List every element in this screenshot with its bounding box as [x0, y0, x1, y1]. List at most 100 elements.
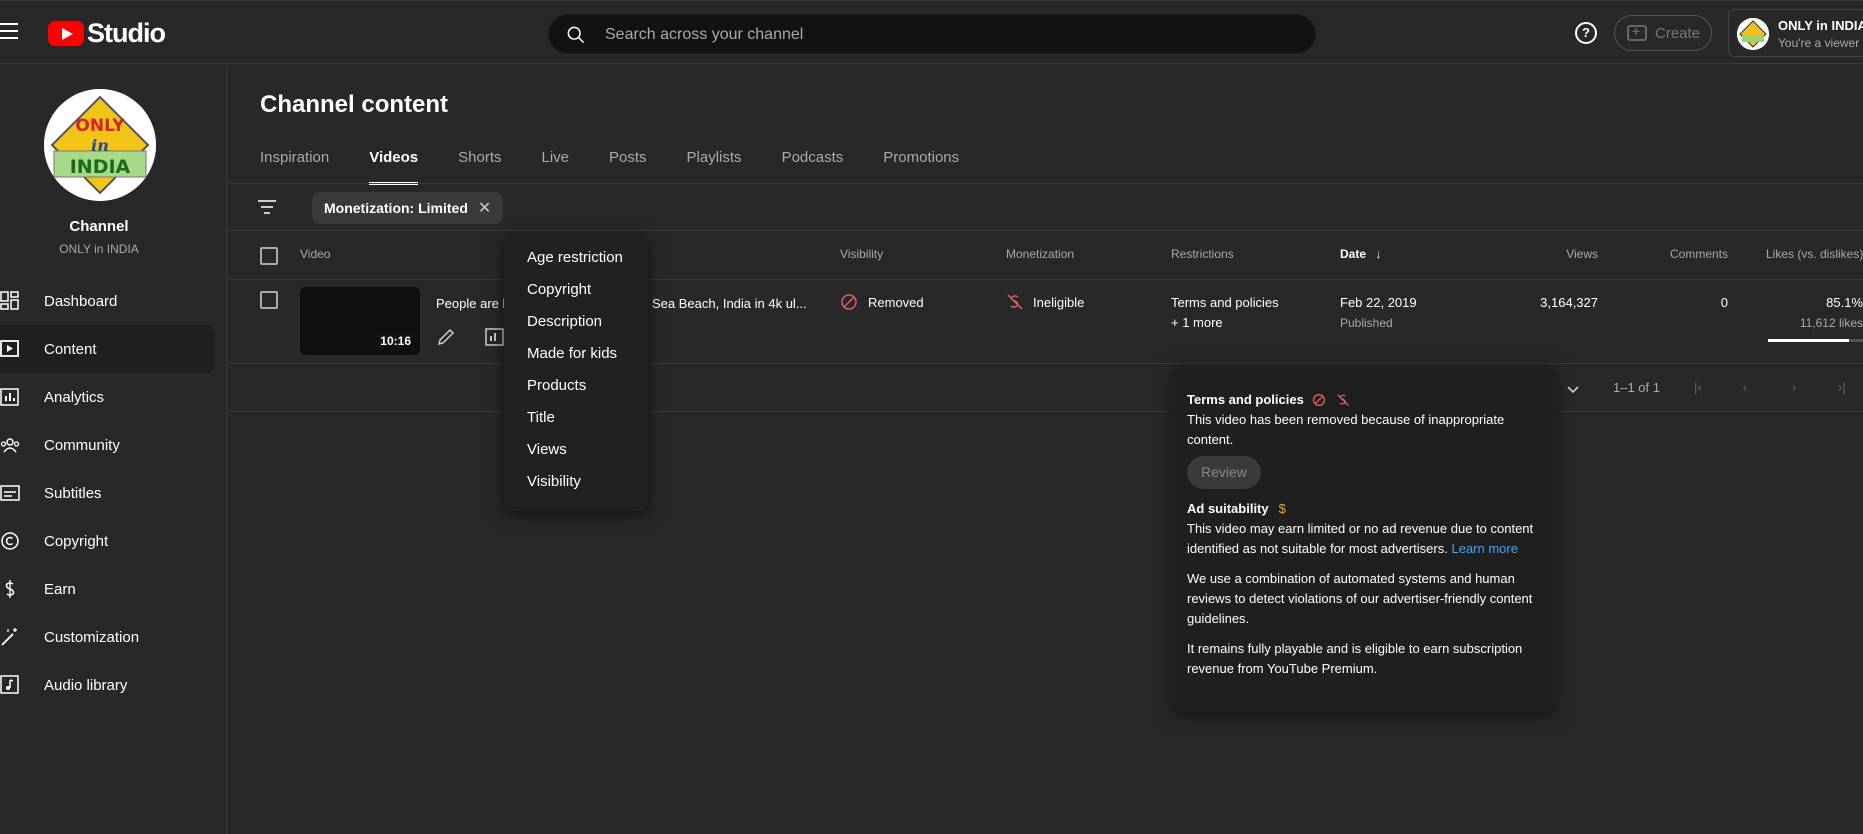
chevron-down-icon[interactable] [1566, 385, 1580, 395]
search-box[interactable]: Search across your channel [548, 14, 1316, 54]
restriction-card: Terms and policies This video has been r… [1172, 364, 1556, 712]
menu-item-visibility[interactable]: Visibility [504, 466, 648, 498]
column-header-visibility[interactable]: Visibility [840, 247, 883, 261]
account-switcher[interactable]: ONLY in INDIA You're a viewer [1728, 9, 1863, 57]
visibility-status[interactable]: Removed [868, 295, 924, 310]
menu-item-made-for-kids[interactable]: Made for kids [504, 338, 648, 370]
tab-live[interactable]: Live [542, 149, 570, 185]
video-title-end[interactable]: Sea Beach, India in 4k ul... [652, 296, 807, 311]
filter-chip-label: Monetization: Limited [324, 200, 468, 216]
channel-name: ONLY in INDIA [59, 242, 139, 256]
sidebar: ONLY in INDIA Channel ONLY in INDIA Dash… [0, 65, 227, 834]
sidebar-nav: Dashboard Content Analytics Community Su… [0, 277, 215, 709]
menu-item-copyright[interactable]: Copyright [504, 274, 648, 306]
dollar-icon [5, 580, 15, 598]
review-button[interactable]: Review [1187, 456, 1261, 489]
edit-pencil-icon[interactable] [436, 327, 456, 347]
menu-item-title[interactable]: Title [504, 402, 648, 434]
video-likes-pct: 85.1% [1826, 295, 1863, 310]
sidebar-item-dashboard[interactable]: Dashboard [0, 277, 215, 325]
column-header-likes[interactable]: Likes (vs. dislikes) [1766, 247, 1863, 261]
youtube-logo-icon [48, 20, 84, 46]
create-label: Create [1655, 24, 1701, 42]
channel-avatar[interactable]: ONLY in INDIA [44, 89, 156, 201]
column-header-restrictions[interactable]: Restrictions [1171, 247, 1234, 261]
video-date-status: Published [1340, 316, 1393, 330]
menu-icon[interactable] [0, 23, 20, 41]
prev-page-icon[interactable]: ‹ [1743, 380, 1747, 395]
sort-menu: Age restriction Copyright Description Ma… [504, 235, 648, 511]
top-bar: Studio Search across your channel ? Crea… [0, 0, 1863, 64]
sidebar-item-label: Content [44, 340, 97, 358]
column-header-comments[interactable]: Comments [1628, 247, 1728, 261]
video-date: Feb 22, 2019 [1340, 295, 1417, 310]
tab-videos[interactable]: Videos [369, 149, 418, 185]
search-input[interactable]: Search across your channel [605, 26, 803, 44]
removed-icon [1312, 393, 1325, 407]
help-icon[interactable]: ? [1575, 22, 1597, 44]
tab-inspiration[interactable]: Inspiration [260, 149, 329, 185]
terms-heading: Terms and policies [1187, 390, 1541, 410]
no-monetization-icon [1007, 294, 1023, 310]
monetization-status[interactable]: Ineligible [1033, 295, 1084, 310]
sidebar-item-label: Subtitles [44, 484, 102, 502]
next-page-icon[interactable]: › [1792, 380, 1796, 395]
sidebar-item-label: Analytics [44, 388, 105, 406]
sidebar-item-label: Audio library [44, 676, 128, 694]
sidebar-item-content[interactable]: Content [0, 325, 215, 373]
analytics-icon[interactable] [485, 327, 505, 347]
tab-promotions[interactable]: Promotions [883, 149, 959, 185]
filter-chip[interactable]: Monetization: Limited ✕ [312, 192, 504, 224]
sidebar-item-community[interactable]: Community [0, 421, 215, 469]
tab-posts[interactable]: Posts [609, 149, 647, 185]
video-comments: 0 [1720, 295, 1728, 310]
main-content: Channel content Inspiration Videos Short… [228, 65, 1863, 834]
tab-playlists[interactable]: Playlists [687, 149, 742, 185]
sidebar-item-label: Dashboard [44, 292, 118, 310]
content-icon [0, 340, 19, 357]
video-thumbnail[interactable]: 10:16 [300, 287, 420, 355]
learn-more-link[interactable]: Learn more [1451, 541, 1517, 556]
select-all-checkbox[interactable] [260, 247, 278, 265]
close-icon[interactable]: ✕ [478, 198, 491, 218]
restriction-status[interactable]: Terms and policies [1171, 295, 1279, 310]
menu-item-description[interactable]: Description [504, 306, 648, 338]
tab-shorts[interactable]: Shorts [458, 149, 501, 185]
ad-suitability-heading: Ad suitability $ [1187, 499, 1541, 519]
removed-icon [841, 294, 857, 310]
ad-title: Ad suitability [1187, 501, 1269, 516]
studio-logo[interactable]: Studio [48, 17, 166, 48]
sidebar-item-subtitles[interactable]: Subtitles [0, 469, 215, 517]
row-divider [228, 363, 1863, 364]
dashboard-icon [0, 291, 19, 310]
logo-line-2: in [91, 136, 109, 155]
sidebar-item-audio-library[interactable]: Audio library [0, 661, 215, 709]
first-page-icon[interactable]: |‹ [1694, 380, 1702, 395]
last-page-icon[interactable]: ›| [1838, 380, 1846, 395]
row-checkbox[interactable] [260, 291, 278, 309]
filter-icon[interactable] [258, 200, 276, 214]
create-button[interactable]: Create [1614, 15, 1712, 51]
app-name: Studio [87, 17, 166, 48]
magic-wand-icon [1, 628, 17, 646]
sidebar-item-earn[interactable]: Earn [0, 565, 215, 613]
video-title[interactable]: People are l [436, 296, 505, 311]
menu-item-products[interactable]: Products [504, 370, 648, 402]
tab-podcasts[interactable]: Podcasts [782, 149, 844, 185]
sidebar-item-analytics[interactable]: Analytics [0, 373, 215, 421]
restriction-more[interactable]: + 1 more [1171, 315, 1223, 330]
terms-title: Terms and policies [1187, 392, 1304, 407]
search-icon [567, 26, 585, 44]
column-header-monetization[interactable]: Monetization [1006, 247, 1074, 261]
menu-item-views[interactable]: Views [504, 434, 648, 466]
logo-line-3: INDIA [70, 156, 131, 178]
sidebar-item-copyright[interactable]: Copyright [0, 517, 215, 565]
tabs-divider [228, 183, 1863, 184]
menu-item-age-restriction[interactable]: Age restriction [504, 242, 648, 274]
column-header-date[interactable]: Date ↓ [1340, 247, 1381, 261]
sidebar-item-customization[interactable]: Customization [0, 613, 215, 661]
logo-line-1: ONLY [75, 116, 125, 136]
column-header-views[interactable]: Views [1538, 247, 1598, 261]
arrow-down-icon: ↓ [1375, 247, 1382, 261]
column-header-video: Video [300, 247, 331, 261]
